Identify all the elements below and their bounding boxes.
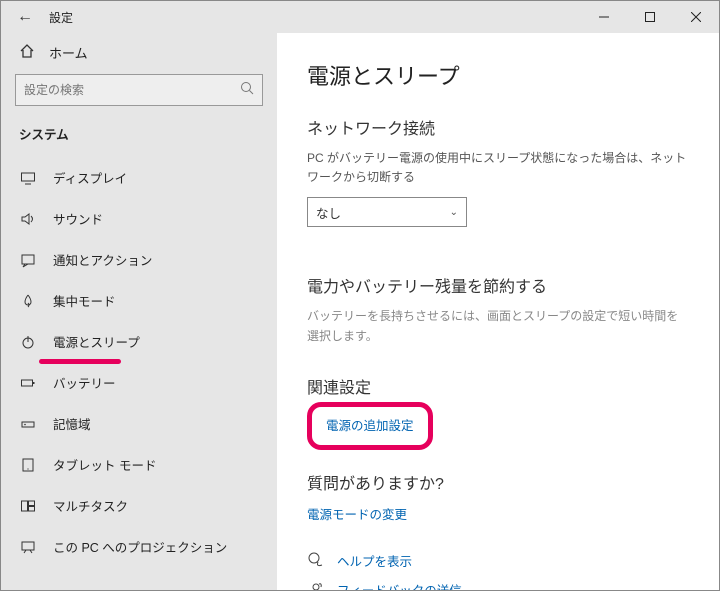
sidebar: ホーム システム ディスプレイ サウンド (1, 33, 277, 590)
section-heading: システム (1, 124, 277, 157)
titlebar: ← 設定 (1, 1, 719, 33)
focus-icon (19, 292, 37, 310)
highlight-callout: 電源の追加設定 (307, 402, 433, 450)
power-icon (19, 333, 37, 351)
multitask-icon (19, 497, 37, 515)
nav-label: ディスプレイ (53, 168, 127, 187)
nav-item-focus[interactable]: 集中モード (1, 280, 277, 321)
home-label: ホーム (49, 43, 88, 62)
feedback-row[interactable]: フィードバックの送信 (307, 580, 701, 590)
nav-label: サウンド (53, 209, 103, 228)
nav-item-tablet[interactable]: タブレット モード (1, 444, 277, 485)
help-icon (307, 551, 325, 569)
home-icon (19, 43, 35, 62)
network-heading: ネットワーク接続 (307, 115, 701, 139)
save-heading: 電力やバッテリー残量を節約する (307, 273, 701, 297)
minimize-button[interactable] (581, 1, 627, 33)
nav-label: 通知とアクション (53, 250, 152, 269)
maximize-button[interactable] (627, 1, 673, 33)
additional-power-settings-link[interactable]: 電源の追加設定 (326, 419, 414, 433)
nav-label: バッテリー (53, 373, 116, 392)
nav-label: タブレット モード (53, 455, 156, 474)
nav-label: 集中モード (53, 291, 116, 310)
nav-label: 記憶域 (53, 414, 91, 433)
search-box[interactable] (15, 74, 263, 106)
nav-item-multitask[interactable]: マルチタスク (1, 485, 277, 526)
nav-item-battery[interactable]: バッテリー (1, 362, 277, 403)
back-button[interactable]: ← (1, 8, 49, 26)
home-button[interactable]: ホーム (1, 33, 277, 74)
search-input[interactable] (24, 83, 240, 97)
chevron-down-icon: ⌄ (450, 207, 458, 218)
settings-window: ← 設定 ホーム システム (0, 0, 720, 591)
network-section: ネットワーク接続 PC がバッテリー電源の使用中にスリープ状態になった場合は、ネ… (307, 115, 701, 227)
search-icon (240, 81, 254, 100)
save-description: バッテリーを長持ちさせるには、画面とスリープの設定で短い時間を選択します。 (307, 307, 687, 345)
nav-label: 電源とスリープ (53, 332, 140, 351)
window-title: 設定 (49, 9, 73, 26)
storage-icon (19, 415, 37, 433)
notification-icon (19, 251, 37, 269)
close-button[interactable] (673, 1, 719, 33)
power-mode-link[interactable]: 電源モードの変更 (307, 504, 701, 523)
save-power-section: 電力やバッテリー残量を節約する バッテリーを長持ちさせるには、画面とスリープの設… (307, 273, 701, 345)
nav-item-storage[interactable]: 記憶域 (1, 403, 277, 444)
content-pane: 電源とスリープ ネットワーク接続 PC がバッテリー電源の使用中にスリープ状態に… (277, 33, 719, 590)
help-link: ヘルプを表示 (337, 551, 412, 570)
battery-icon (19, 374, 37, 392)
tablet-icon (19, 456, 37, 474)
nav-label: この PC へのプロジェクション (53, 537, 227, 556)
network-select[interactable]: なし ⌄ (307, 197, 467, 227)
page-title: 電源とスリープ (307, 59, 701, 91)
related-heading: 関連設定 (307, 374, 701, 398)
nav-item-sound[interactable]: サウンド (1, 198, 277, 239)
display-icon (19, 169, 37, 187)
faq-section: 質問がありますか? 電源モードの変更 (307, 470, 701, 523)
nav-item-projection[interactable]: この PC へのプロジェクション (1, 526, 277, 567)
nav-item-notifications[interactable]: 通知とアクション (1, 239, 277, 280)
feedback-icon (307, 580, 325, 590)
nav-item-power-sleep[interactable]: 電源とスリープ (1, 321, 277, 362)
nav-list: ディスプレイ サウンド 通知とアクション 集中モード 電源とスリープ (1, 157, 277, 567)
related-section: 関連設定 電源の追加設定 (307, 374, 701, 470)
projection-icon (19, 538, 37, 556)
feedback-link: フィードバックの送信 (337, 580, 462, 590)
help-row[interactable]: ヘルプを表示 (307, 551, 701, 570)
network-description: PC がバッテリー電源の使用中にスリープ状態になった場合は、ネットワークから切断… (307, 149, 687, 187)
nav-item-display[interactable]: ディスプレイ (1, 157, 277, 198)
sound-icon (19, 210, 37, 228)
select-value: なし (316, 203, 341, 222)
faq-heading: 質問がありますか? (307, 470, 701, 494)
nav-label: マルチタスク (53, 496, 128, 515)
